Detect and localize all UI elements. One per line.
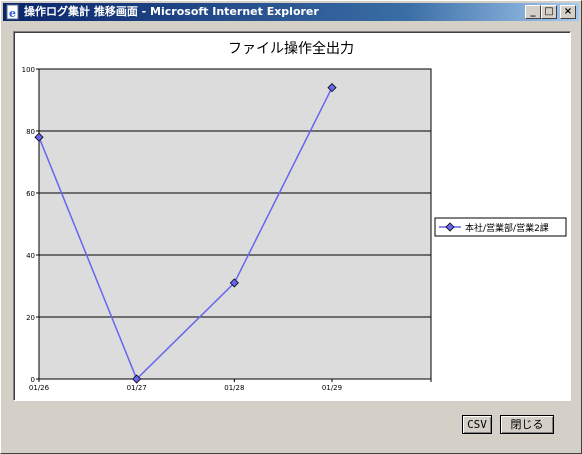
y-tick-label: 100 xyxy=(22,66,35,74)
chart-title: ファイル操作全出力 xyxy=(228,40,354,57)
internet-explorer-icon: e xyxy=(6,4,19,20)
svg-text:e: e xyxy=(9,7,16,20)
close-window-button[interactable]: 閉じる xyxy=(500,415,554,434)
x-tick-label: 01/29 xyxy=(322,384,342,392)
y-tick-label: 20 xyxy=(26,314,35,322)
x-tick-label: 01/28 xyxy=(224,384,244,392)
y-tick-label: 40 xyxy=(26,252,35,260)
y-tick-label: 0 xyxy=(31,376,35,384)
plot-area xyxy=(38,68,432,380)
maximize-button[interactable]: □ xyxy=(541,5,557,19)
browser-window: e 操作ログ集計 推移画面 - Microsoft Internet Explo… xyxy=(0,0,582,454)
x-axis: 01/26 01/27 01/28 01/29 xyxy=(29,379,432,392)
legend-label: 本社/営業部/営業2課 xyxy=(465,222,549,234)
x-tick-label: 01/26 xyxy=(29,384,50,392)
minimize-icon: _ xyxy=(530,6,536,17)
x-tick-label: 01/27 xyxy=(127,384,147,392)
chart-panel: ファイル操作全出力 0 20 40 60 80 100 01/26 01/27 01/28 01… xyxy=(13,31,571,401)
legend: 本社/営業部/営業2課 xyxy=(434,217,567,237)
close-button[interactable]: × xyxy=(560,5,576,19)
y-axis: 0 20 40 60 80 100 xyxy=(22,66,39,384)
maximize-icon: □ xyxy=(544,6,554,17)
title-bar[interactable]: e 操作ログ集計 推移画面 - Microsoft Internet Explo… xyxy=(3,3,579,21)
window-title: 操作ログ集計 推移画面 - Microsoft Internet Explore… xyxy=(24,5,319,18)
close-icon: × xyxy=(563,6,573,17)
csv-button[interactable]: CSV xyxy=(462,415,492,434)
y-tick-label: 80 xyxy=(26,128,35,136)
y-tick-label: 60 xyxy=(26,190,35,198)
minimize-button[interactable]: _ xyxy=(525,5,541,19)
chart: ファイル操作全出力 020406080100 01/26 01/27 01/28 01… xyxy=(22,40,567,392)
